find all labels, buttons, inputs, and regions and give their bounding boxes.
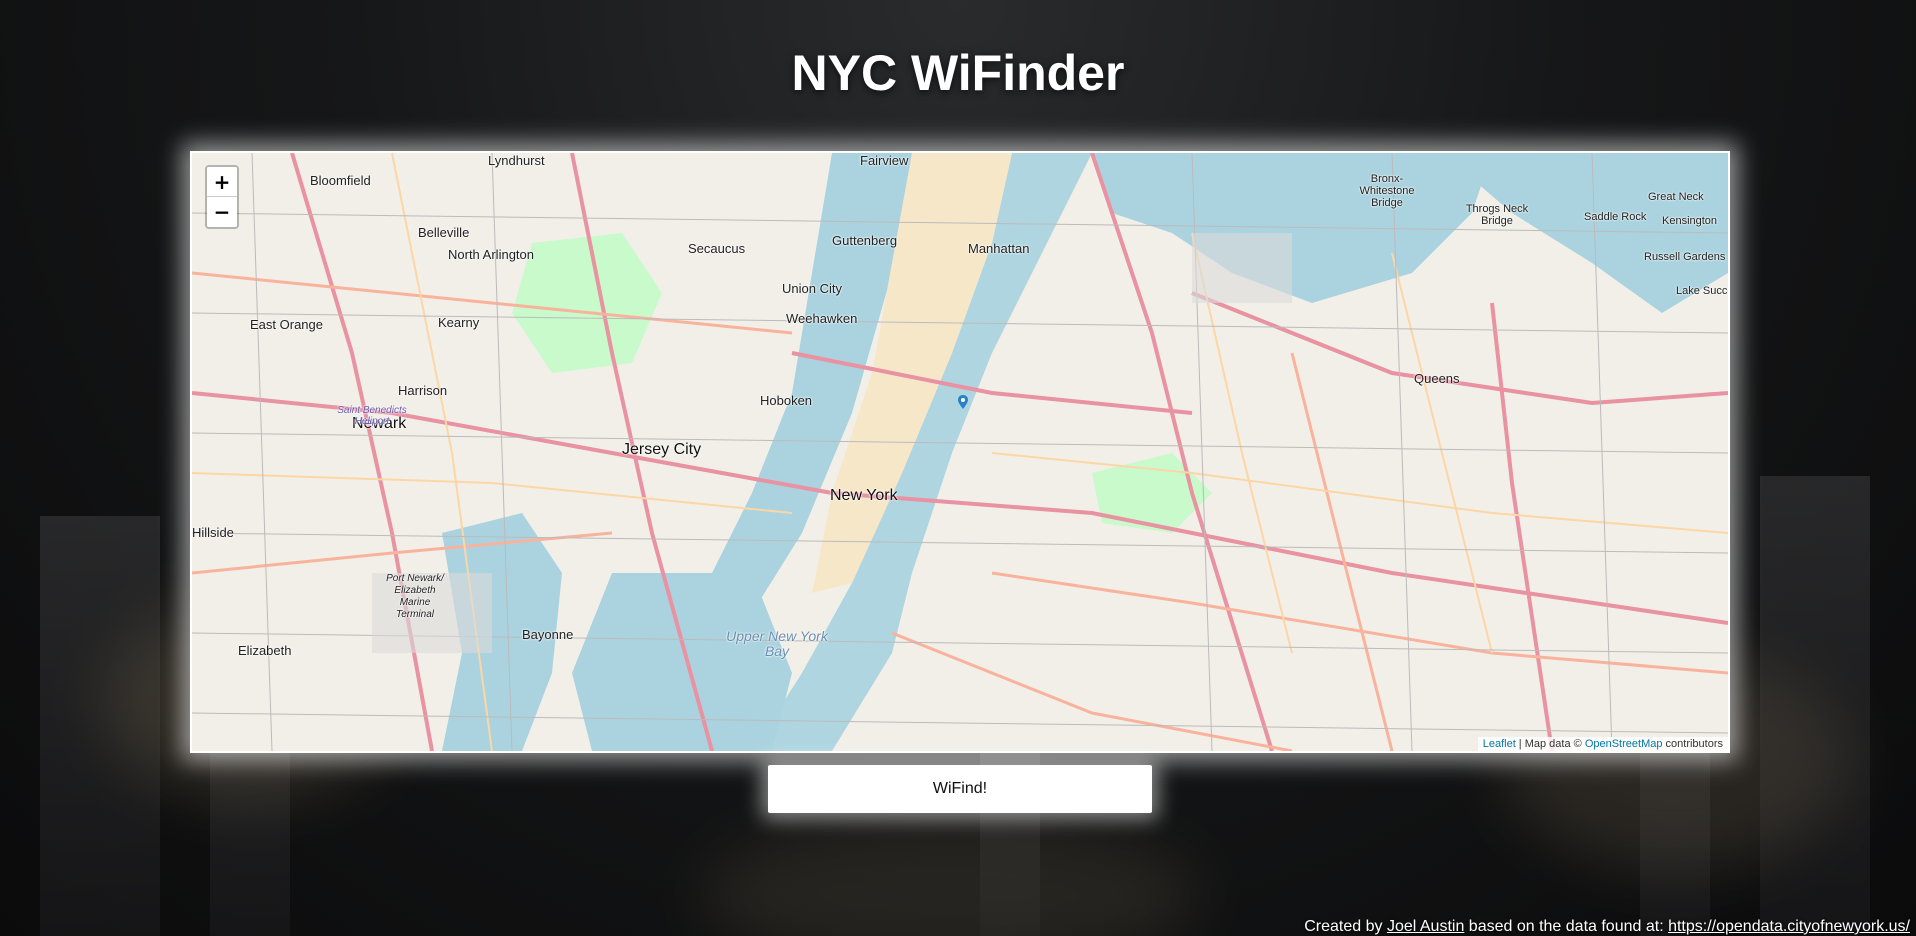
place-label: Queens (1414, 371, 1460, 386)
footer-credits: Created by Joel Austin based on the data… (1304, 918, 1910, 936)
place-label: New York (830, 487, 898, 504)
author-link[interactable]: Joel Austin (1387, 918, 1464, 935)
leaflet-link[interactable]: Leaflet (1483, 738, 1516, 750)
place-label: Great Neck (1648, 191, 1704, 203)
place-label: Guttenberg (832, 233, 898, 248)
wifind-button[interactable]: WiFind! (768, 765, 1152, 813)
place-label: Saddle Rock (1584, 211, 1647, 223)
place-label: Saint Benedicts Heliport (337, 405, 407, 427)
place-label: North Arlington (448, 247, 534, 262)
place-label: Harrison (398, 383, 448, 398)
place-label: Belleville (418, 225, 470, 240)
place-label: Throgs Neck Bridge (1465, 203, 1529, 227)
water-label: Upper New York Bay (726, 628, 828, 659)
place-label: Weehawken (786, 311, 858, 326)
place-label: Jersey City (622, 441, 702, 458)
page-title: NYC WiFinder (791, 45, 1125, 101)
place-label: Manhattan (968, 241, 1030, 256)
place-label: Hillside (192, 525, 234, 540)
map-tiles[interactable] (192, 153, 1728, 751)
zoom-in-button[interactable]: + (207, 167, 237, 197)
place-label: Bloomfield (310, 173, 371, 188)
place-label: Union City (782, 281, 842, 296)
place-label: Kearny (438, 315, 480, 330)
location-marker-icon[interactable] (958, 395, 968, 409)
map-container[interactable]: Lyndhurst Bloomfield Belleville North Ar… (190, 151, 1730, 753)
attribution-suffix: contributors (1662, 738, 1723, 750)
zoom-out-button[interactable]: − (207, 197, 237, 227)
place-label: Lyndhurst (488, 153, 545, 168)
place-label: Bronx-Whitestone Bridge (1359, 173, 1415, 209)
osm-link[interactable]: OpenStreetMap (1585, 738, 1663, 750)
place-label: Kensington (1662, 215, 1718, 227)
place-label: Lake Success (1676, 285, 1728, 297)
place-label: Port Newark/ Elizabeth Marine Terminal (386, 573, 444, 620)
map-attribution: Leaflet | Map data © OpenStreetMap contr… (1477, 737, 1728, 751)
place-label: Secaucus (688, 241, 746, 256)
data-source-link[interactable]: https://opendata.cityofnewyork.us/ (1668, 918, 1910, 935)
footer-prefix: Created by (1304, 918, 1387, 935)
place-label: East Orange (250, 317, 323, 332)
place-label: Bayonne (522, 627, 574, 642)
place-label: Hoboken (760, 393, 813, 408)
place-label: Russell Gardens (1644, 251, 1726, 263)
attribution-text: | Map data © (1515, 738, 1585, 750)
place-label: Elizabeth (238, 643, 292, 658)
place-label: Fairview (860, 153, 909, 168)
zoom-control: + − (205, 165, 239, 229)
footer-middle: based on the data found at: (1464, 918, 1669, 935)
